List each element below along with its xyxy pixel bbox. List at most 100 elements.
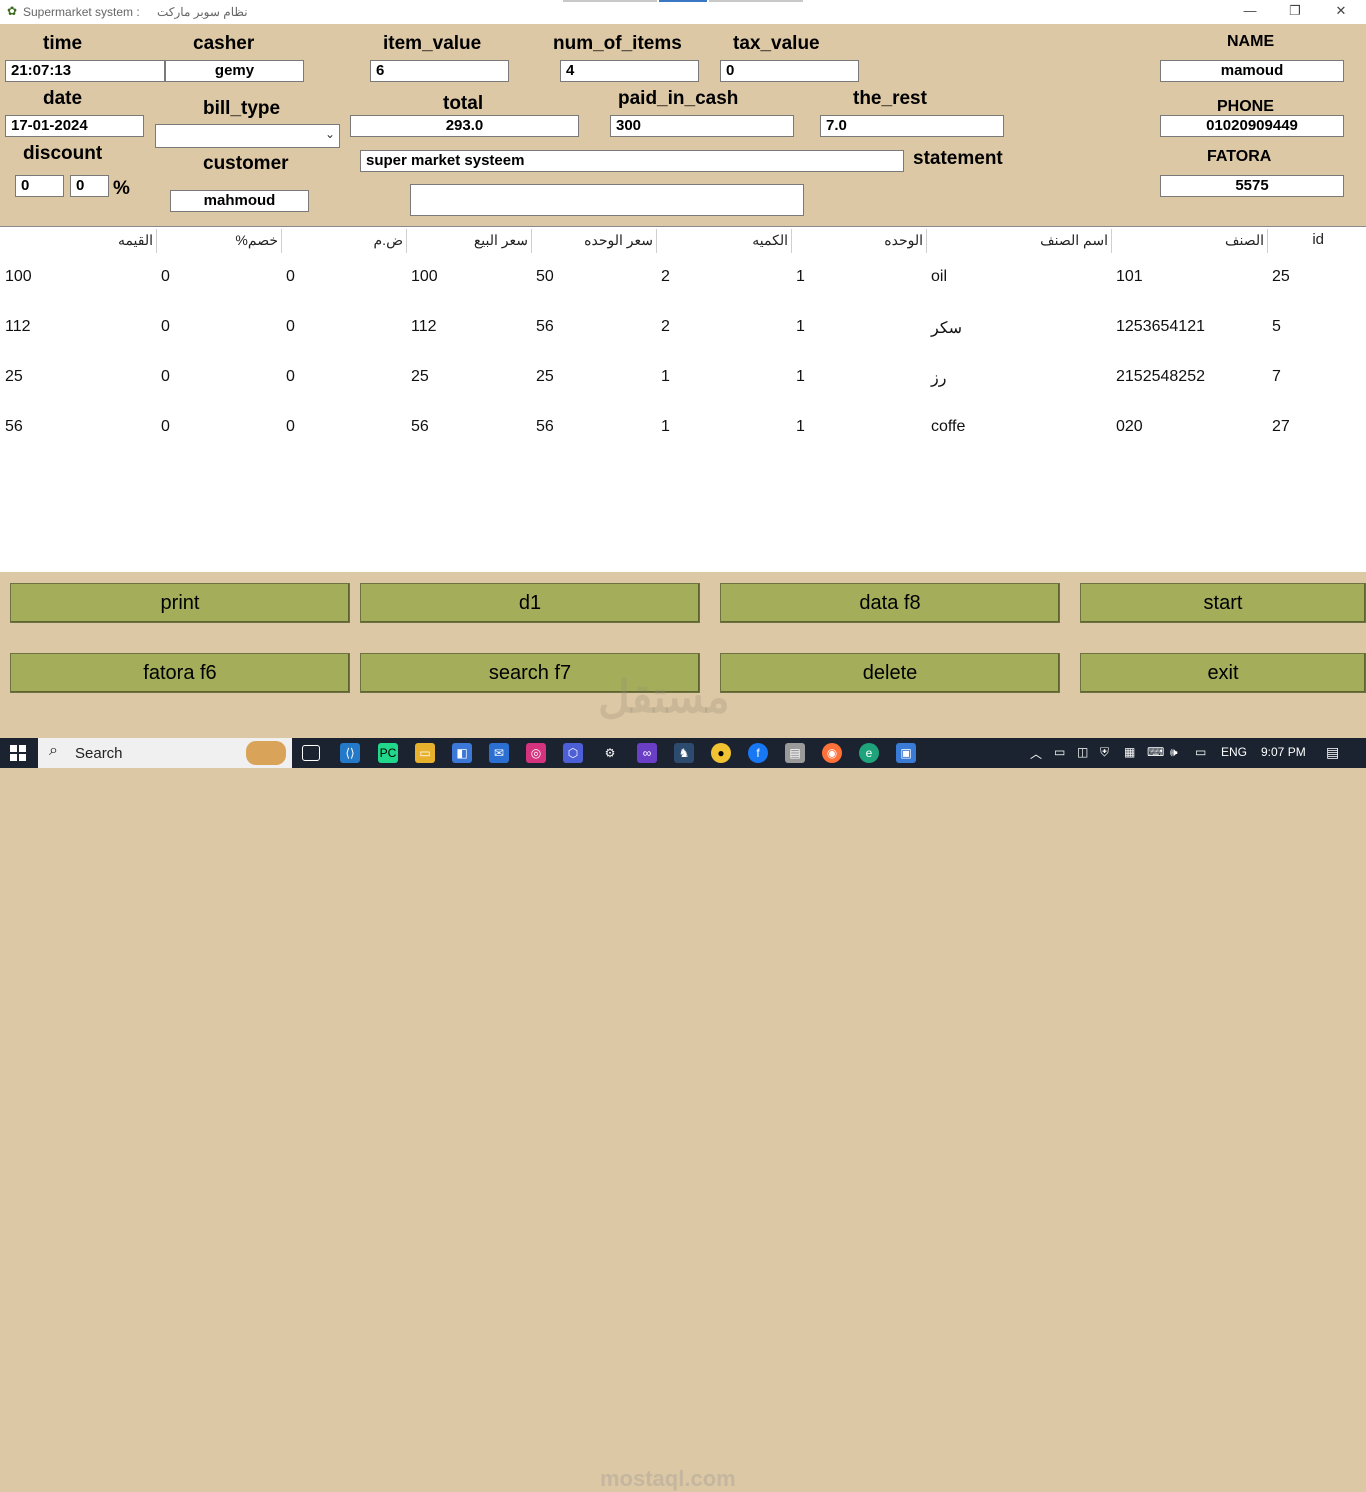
table-cell[interactable]: 56 bbox=[5, 418, 23, 436]
statement-extra-field[interactable] bbox=[410, 184, 804, 216]
tray-camera-icon[interactable]: ◫ bbox=[1077, 745, 1088, 759]
total-field[interactable]: 293.0 bbox=[350, 115, 579, 137]
task-view-icon[interactable] bbox=[302, 745, 320, 761]
table-cell[interactable]: 7 bbox=[1272, 368, 1281, 386]
table-cell[interactable]: 2 bbox=[661, 268, 670, 286]
table-cell[interactable]: 2152548252 bbox=[1116, 368, 1205, 386]
tax-value-field[interactable]: 0 bbox=[720, 60, 859, 82]
tray-up-arrow-icon[interactable]: ︿ bbox=[1030, 745, 1042, 762]
minimize-button[interactable]: — bbox=[1227, 0, 1273, 24]
column-header-item[interactable]: الصنف bbox=[1112, 229, 1268, 253]
network-icon[interactable]: ▭ bbox=[1195, 745, 1206, 759]
paid-in-cash-field[interactable]: 300 bbox=[610, 115, 794, 137]
python-app-icon[interactable]: ♞ bbox=[674, 743, 694, 763]
column-header-quantity[interactable]: الكميه bbox=[657, 229, 792, 253]
table-cell[interactable]: 020 bbox=[1116, 418, 1143, 436]
the-rest-field[interactable]: 7.0 bbox=[820, 115, 1004, 137]
table-cell[interactable]: 1 bbox=[796, 268, 805, 286]
table-cell[interactable]: 25 bbox=[1272, 268, 1290, 286]
app-icon-box[interactable]: ▤ bbox=[785, 743, 805, 763]
column-header-sale-price[interactable]: سعر البيع bbox=[407, 229, 532, 253]
table-cell[interactable]: رز bbox=[931, 368, 946, 388]
table-cell[interactable]: coffe bbox=[931, 418, 965, 436]
tray-device-icon[interactable]: ▭ bbox=[1054, 745, 1065, 759]
item-value-field[interactable]: 6 bbox=[370, 60, 509, 82]
windows-start-icon[interactable] bbox=[10, 745, 26, 761]
customer-field[interactable]: mahmoud bbox=[170, 190, 309, 212]
tray-app-icon[interactable]: ▦ bbox=[1124, 745, 1135, 759]
instagram-icon[interactable]: ◎ bbox=[526, 743, 546, 763]
num-of-items-field[interactable]: 4 bbox=[560, 60, 699, 82]
delete-button[interactable]: delete bbox=[720, 653, 1060, 693]
casher-field[interactable]: gemy bbox=[165, 60, 304, 82]
table-cell[interactable]: 1 bbox=[796, 418, 805, 436]
table-cell[interactable]: 1 bbox=[661, 418, 670, 436]
taskbar-search-box[interactable]: ⌕ Search bbox=[38, 738, 292, 768]
table-cell[interactable]: 56 bbox=[536, 418, 554, 436]
tray-security-icon[interactable]: ⛨ bbox=[1100, 745, 1109, 760]
table-cell[interactable]: 0 bbox=[161, 368, 170, 386]
restore-button[interactable]: ❐ bbox=[1272, 0, 1318, 24]
time-field[interactable]: 21:07:13 bbox=[5, 60, 165, 82]
table-cell[interactable]: oil bbox=[931, 268, 947, 286]
fatora-button[interactable]: fatora f6 bbox=[10, 653, 350, 693]
table-cell[interactable]: 0 bbox=[286, 318, 295, 336]
table-cell[interactable]: 27 bbox=[1272, 418, 1290, 436]
table-cell[interactable]: 56 bbox=[411, 418, 429, 436]
tray-ime-icon[interactable]: ⌨ bbox=[1147, 745, 1164, 759]
table-cell[interactable]: 2 bbox=[661, 318, 670, 336]
pycharm-icon[interactable]: PC bbox=[378, 743, 398, 763]
column-header-item-name[interactable]: اسم الصنف bbox=[927, 229, 1112, 253]
mail-icon[interactable]: ✉ bbox=[489, 743, 509, 763]
store-icon[interactable]: ◧ bbox=[452, 743, 472, 763]
facebook-icon[interactable]: f bbox=[748, 743, 768, 763]
table-cell[interactable]: 0 bbox=[161, 418, 170, 436]
fatora-field[interactable]: 5575 bbox=[1160, 175, 1344, 197]
notifications-icon[interactable]: ▤ bbox=[1326, 744, 1339, 761]
edge-icon[interactable]: e bbox=[859, 743, 879, 763]
items-table[interactable]: القيمه %خصم ض.م سعر البيع سعر الوحده الك… bbox=[0, 226, 1366, 572]
table-cell[interactable]: 100 bbox=[5, 268, 32, 286]
table-cell[interactable]: 25 bbox=[411, 368, 429, 386]
table-cell[interactable]: 1 bbox=[661, 368, 670, 386]
file-explorer-icon[interactable]: ▭ bbox=[415, 743, 435, 763]
data-button[interactable]: data f8 bbox=[720, 583, 1060, 623]
column-header-id[interactable]: id bbox=[1268, 229, 1328, 253]
table-cell[interactable]: 5 bbox=[1272, 318, 1281, 336]
table-cell[interactable]: 50 bbox=[536, 268, 554, 286]
settings-icon[interactable]: ⚙ bbox=[600, 743, 620, 763]
name-field[interactable]: mamoud bbox=[1160, 60, 1344, 82]
phone-field[interactable]: 01020909449 bbox=[1160, 115, 1344, 137]
column-header-unit[interactable]: الوحده bbox=[792, 229, 927, 253]
table-cell[interactable]: 112 bbox=[411, 318, 437, 336]
print-button[interactable]: print bbox=[10, 583, 350, 623]
table-cell[interactable]: 0 bbox=[286, 368, 295, 386]
language-indicator[interactable]: ENG bbox=[1221, 745, 1247, 759]
discount-field-1[interactable]: 0 bbox=[15, 175, 64, 197]
column-header-tax[interactable]: ض.م bbox=[282, 229, 407, 253]
table-cell[interactable]: سكر bbox=[931, 318, 962, 338]
table-cell[interactable]: 1 bbox=[796, 368, 805, 386]
table-cell[interactable]: 25 bbox=[5, 368, 23, 386]
firefox-icon[interactable]: ◉ bbox=[822, 743, 842, 763]
visual-studio-icon[interactable]: ∞ bbox=[637, 743, 657, 763]
d1-button[interactable]: d1 bbox=[360, 583, 700, 623]
table-cell[interactable]: 101 bbox=[1116, 268, 1143, 286]
table-cell[interactable]: 25 bbox=[536, 368, 554, 386]
discount-field-2[interactable]: 0 bbox=[70, 175, 109, 197]
chrome-icon[interactable]: ● bbox=[711, 743, 731, 763]
table-cell[interactable]: 0 bbox=[161, 318, 170, 336]
table-cell[interactable]: 1 bbox=[796, 318, 805, 336]
table-cell[interactable]: 112 bbox=[5, 318, 31, 336]
volume-icon[interactable]: 🕪 bbox=[1170, 745, 1178, 760]
vscode-icon[interactable]: ⟨⟩ bbox=[340, 743, 360, 763]
table-cell[interactable]: 0 bbox=[161, 268, 170, 286]
table-cell[interactable]: 56 bbox=[536, 318, 554, 336]
column-header-unit-price[interactable]: سعر الوحده bbox=[532, 229, 657, 253]
start-button[interactable]: start bbox=[1080, 583, 1366, 623]
bill-type-select[interactable]: ⌄ bbox=[155, 124, 340, 148]
table-cell[interactable]: 100 bbox=[411, 268, 438, 286]
close-button[interactable]: ✕ bbox=[1318, 0, 1364, 24]
app-icon-window[interactable]: ▣ bbox=[896, 743, 916, 763]
table-cell[interactable]: 0 bbox=[286, 418, 295, 436]
